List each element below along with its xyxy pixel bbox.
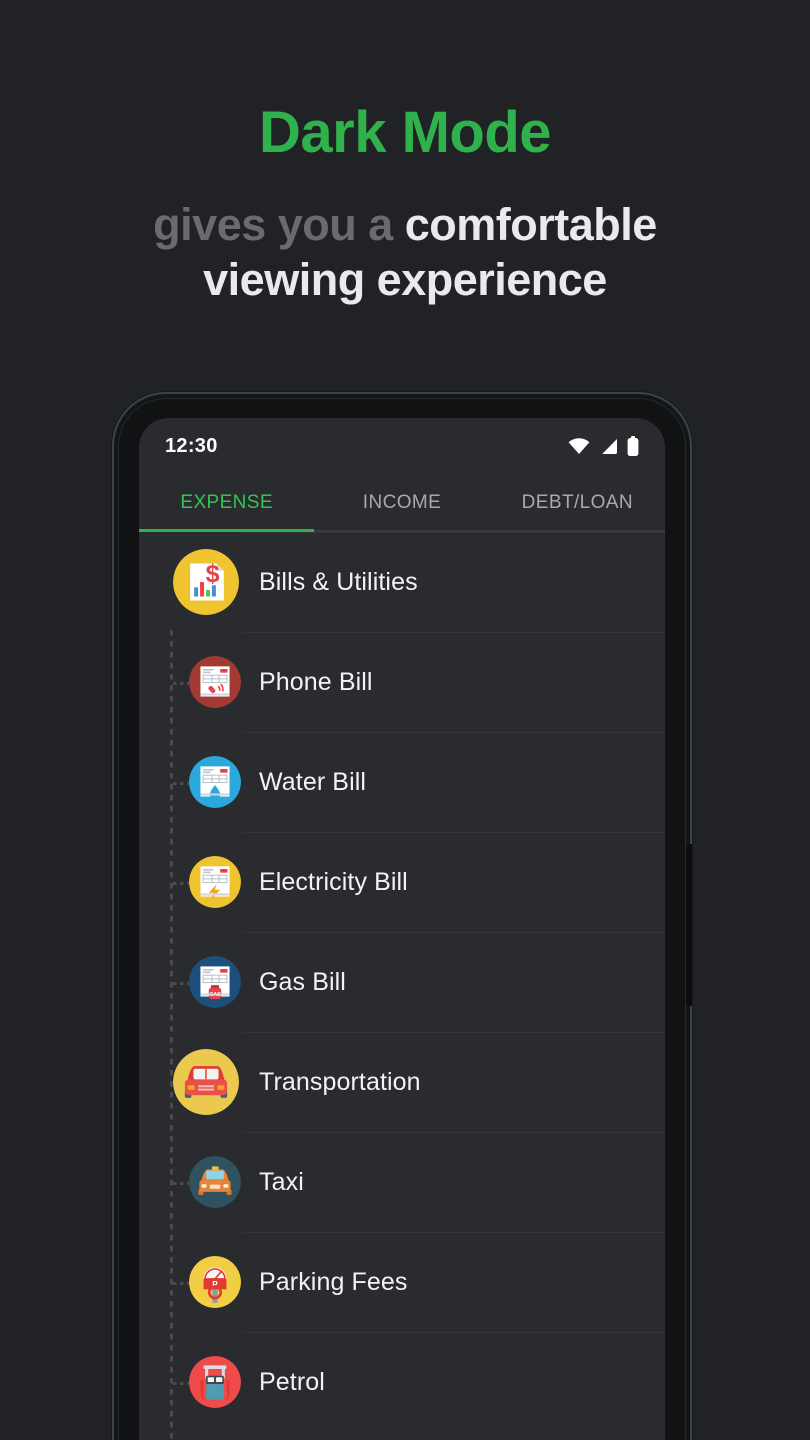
tab-expense-label: EXPENSE bbox=[180, 492, 273, 514]
power-button[interactable] bbox=[686, 844, 692, 1006]
category-label: Transportation bbox=[259, 1068, 421, 1097]
phone-mockup: 12:30 EXPENSE bbox=[112, 392, 692, 1440]
signal-icon bbox=[599, 438, 618, 454]
category-label: Taxi bbox=[259, 1168, 304, 1197]
category-row[interactable]: Parking Fees bbox=[139, 1232, 665, 1332]
gas-bill-icon bbox=[189, 956, 241, 1008]
headline-title: Dark Mode bbox=[0, 104, 810, 168]
category-label: Parking Fees bbox=[259, 1268, 408, 1297]
tree-connector bbox=[173, 982, 189, 985]
tab-debt-loan[interactable]: DEBT/LOAN bbox=[490, 474, 665, 532]
row-divider bbox=[243, 732, 665, 733]
parking-fees-icon bbox=[189, 1256, 241, 1308]
row-divider bbox=[243, 1232, 665, 1233]
category-label: Electricity Bill bbox=[259, 868, 408, 897]
category-icon-wrap bbox=[189, 1156, 241, 1208]
category-icon-wrap bbox=[189, 1256, 241, 1308]
category-icon-wrap bbox=[189, 956, 241, 1008]
phone-bill-icon bbox=[189, 656, 241, 708]
row-divider bbox=[243, 1332, 665, 1333]
category-row[interactable]: Bills & Utilities bbox=[139, 532, 665, 632]
tab-debt-loan-label: DEBT/LOAN bbox=[522, 492, 633, 514]
category-label: Gas Bill bbox=[259, 968, 346, 997]
water-bill-icon bbox=[189, 756, 241, 808]
category-row[interactable]: Taxi bbox=[139, 1132, 665, 1232]
petrol-icon bbox=[189, 1356, 241, 1408]
row-divider bbox=[243, 532, 665, 533]
row-divider bbox=[243, 632, 665, 633]
status-clock: 12:30 bbox=[165, 435, 218, 458]
wifi-icon bbox=[568, 438, 590, 454]
transportation-icon bbox=[173, 1049, 239, 1115]
category-icon-wrap bbox=[173, 1049, 239, 1115]
category-icon-wrap bbox=[189, 656, 241, 708]
tree-connector bbox=[173, 782, 189, 785]
headline-block: Dark Mode gives you a comfortable viewin… bbox=[0, 104, 810, 308]
tree-connector bbox=[173, 882, 189, 885]
row-divider bbox=[243, 1132, 665, 1133]
tree-connector bbox=[173, 1382, 189, 1385]
headline-subtitle-line3: viewing experience bbox=[203, 254, 607, 305]
bills-utilities-icon bbox=[173, 549, 239, 615]
tab-expense[interactable]: EXPENSE bbox=[139, 474, 314, 532]
category-label: Petrol bbox=[259, 1368, 325, 1397]
category-row[interactable]: Gas Bill bbox=[139, 932, 665, 1032]
tree-connector bbox=[173, 1282, 189, 1285]
category-label: Phone Bill bbox=[259, 668, 373, 697]
category-list[interactable]: Bills & Utilities Phone Bill Water Bill Ele… bbox=[139, 532, 665, 1440]
tree-connector bbox=[173, 1182, 189, 1185]
category-icon-wrap bbox=[173, 549, 239, 615]
category-row[interactable]: Phone Bill bbox=[139, 632, 665, 732]
category-row[interactable]: Transportation bbox=[139, 1032, 665, 1132]
status-bar: 12:30 bbox=[139, 418, 665, 474]
category-icon-wrap bbox=[189, 1356, 241, 1408]
category-label: Bills & Utilities bbox=[259, 568, 418, 597]
category-label: Water Bill bbox=[259, 768, 366, 797]
electricity-bill-icon bbox=[189, 856, 241, 908]
status-icon-group bbox=[568, 436, 639, 456]
category-icon-wrap bbox=[189, 756, 241, 808]
category-row[interactable]: Water Bill bbox=[139, 732, 665, 832]
tab-income-label: INCOME bbox=[363, 492, 441, 514]
headline-subtitle-bright: comfortable bbox=[405, 199, 657, 250]
tab-income[interactable]: INCOME bbox=[314, 474, 489, 532]
category-row[interactable]: Electricity Bill bbox=[139, 832, 665, 932]
category-tabs[interactable]: EXPENSE INCOME DEBT/LOAN bbox=[139, 474, 665, 532]
battery-icon bbox=[627, 436, 639, 456]
taxi-icon bbox=[189, 1156, 241, 1208]
category-row[interactable]: Petrol bbox=[139, 1332, 665, 1432]
headline-subtitle-dim: gives you a bbox=[153, 199, 405, 250]
row-divider bbox=[243, 1032, 665, 1033]
phone-screen: 12:30 EXPENSE bbox=[139, 418, 665, 1440]
headline-subtitle: gives you a comfortable viewing experien… bbox=[0, 198, 810, 308]
tree-connector bbox=[173, 682, 189, 685]
row-divider bbox=[243, 932, 665, 933]
row-divider bbox=[243, 832, 665, 833]
promo-screenshot: Dark Mode gives you a comfortable viewin… bbox=[0, 0, 810, 1440]
category-icon-wrap bbox=[189, 856, 241, 908]
